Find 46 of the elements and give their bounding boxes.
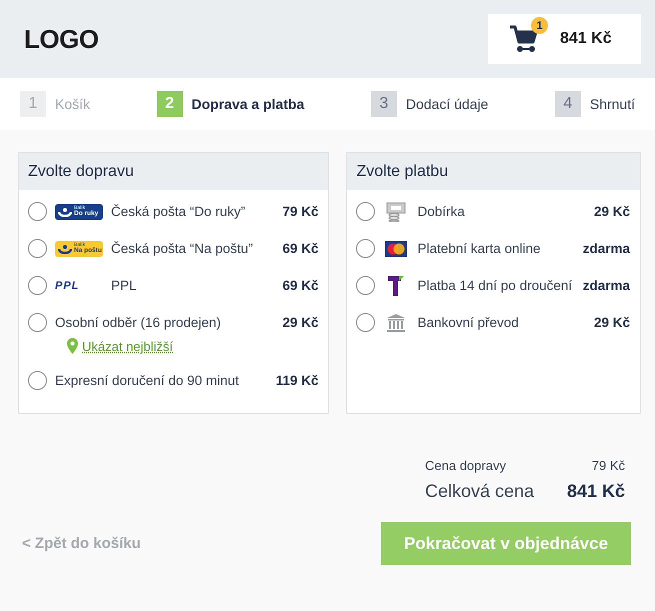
option-price: 29 Kč (282, 315, 318, 330)
carrier-logo: PPL (55, 280, 80, 292)
option-price: 119 Kč (276, 373, 318, 388)
radio-button[interactable] (28, 371, 47, 390)
card-icon (385, 240, 408, 256)
checkout-step[interactable]: 2 Doprava a platba (156, 91, 304, 117)
cart-count-badge: 1 (531, 17, 548, 34)
cash-icon (386, 202, 406, 222)
option-price: zdarma (582, 278, 630, 293)
option-label: Platba 14 dní po droučení (417, 278, 574, 293)
option-label: Bankovní převod (417, 315, 520, 330)
radio-button[interactable] (28, 313, 47, 332)
radio-button[interactable] (28, 239, 47, 258)
option-price: 69 Kč (282, 241, 318, 256)
option-price: 79 Kč (282, 204, 318, 219)
option-label: Česká pošta “Do ruky” (111, 204, 246, 219)
radio-button[interactable] (356, 276, 376, 295)
radio-button[interactable] (28, 202, 47, 221)
cart-total: 841 Kč (560, 30, 612, 48)
option-label: Česká pošta “Na poštu” (111, 241, 254, 256)
radio-button[interactable] (356, 202, 376, 221)
option-price: 69 Kč (282, 278, 318, 293)
option-label: Dobírka (417, 204, 466, 219)
cart-summary[interactable]: 1 841 Kč (488, 14, 641, 64)
option-price: zdarma (582, 241, 630, 256)
bank-icon (387, 314, 406, 332)
option-price: 29 Kč (594, 204, 630, 219)
total-price-value: 841 Kč (566, 481, 625, 502)
option-label: Expresní doručení do 90 minut (55, 373, 240, 388)
checkout-step[interactable]: 3 Dodací údaje (370, 91, 488, 117)
logo[interactable]: LOGO (24, 24, 99, 54)
shipping-cost-value: 79 Kč (592, 458, 625, 473)
radio-button[interactable] (356, 313, 376, 332)
map-pin-icon (67, 338, 78, 354)
option-label: Osobní odběr (16 prodejen) (55, 315, 222, 330)
option-label: PPL (111, 278, 138, 293)
panel-title: Zvolte platbu (347, 153, 640, 190)
radio-button[interactable] (356, 239, 376, 258)
radio-button[interactable] (28, 276, 47, 295)
checkout-step[interactable]: 4 Shrnutí (554, 91, 635, 117)
total-price-label: Celková cena (425, 481, 534, 502)
option-label: Platební karta online (417, 241, 542, 256)
option-price: 29 Kč (594, 315, 630, 330)
t-logo-icon (388, 276, 404, 296)
panel-title: Zvolte dopravu (19, 153, 328, 190)
shipping-cost-label: Cena dopravy (425, 458, 506, 473)
